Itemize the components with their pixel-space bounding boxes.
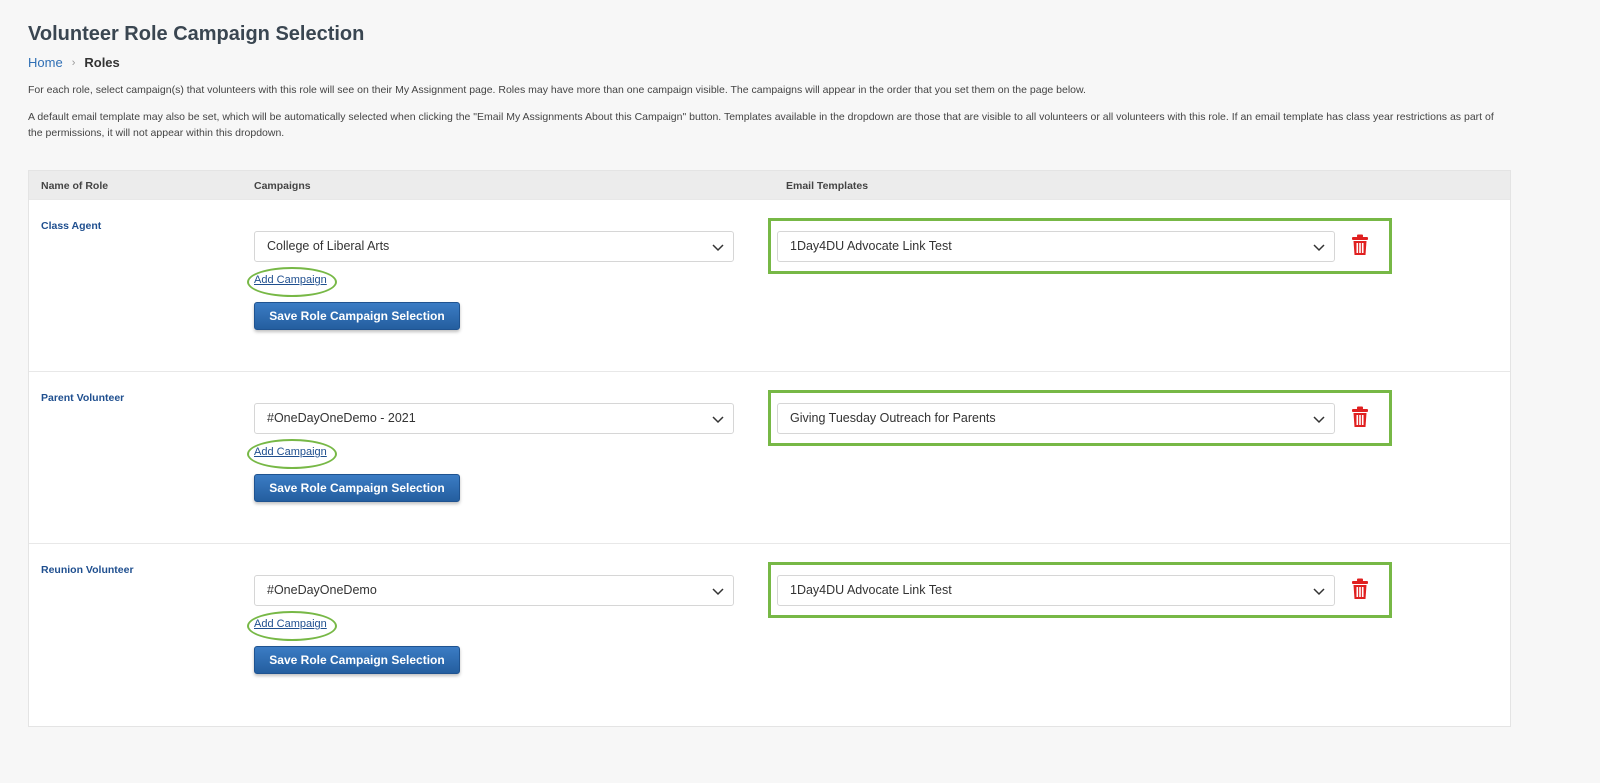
campaign-select[interactable]: College of Liberal Arts <box>254 231 734 262</box>
breadcrumb-current: Roles <box>84 55 120 70</box>
breadcrumb-chevron-icon: › <box>71 57 76 69</box>
page-title: Volunteer Role Campaign Selection <box>28 23 365 45</box>
chevron-down-icon <box>712 416 724 424</box>
role-name: Parent Volunteer <box>41 392 125 404</box>
email-template-select-value: 1Day4DU Advocate Link Test <box>790 239 952 253</box>
trash-icon[interactable] <box>1351 406 1369 428</box>
page: Volunteer Role Campaign Selection Home ›… <box>28 20 1512 727</box>
table-row: Class Agent College of Liberal Arts Add … <box>29 199 1510 371</box>
header-templates: Email Templates <box>786 180 869 192</box>
chevron-down-icon <box>1313 244 1325 252</box>
description-templates: A default email template may also be set… <box>28 111 1494 139</box>
breadcrumb: Home › Roles <box>28 54 1512 72</box>
campaign-select[interactable]: #OneDayOneDemo <box>254 575 734 606</box>
campaign-select[interactable]: #OneDayOneDemo - 2021 <box>254 403 734 434</box>
chevron-down-icon <box>712 244 724 252</box>
campaign-select-value: #OneDayOneDemo <box>267 583 377 597</box>
email-template-select[interactable]: 1Day4DU Advocate Link Test <box>777 575 1335 606</box>
breadcrumb-home-link[interactable]: Home <box>28 54 63 72</box>
trash-icon[interactable] <box>1351 578 1369 600</box>
table-row: Parent Volunteer #OneDayOneDemo - 2021 A… <box>29 371 1510 543</box>
chevron-down-icon <box>712 588 724 596</box>
roles-table: Name of Role Campaigns Email Templates C… <box>28 170 1511 727</box>
campaign-select-value: #OneDayOneDemo - 2021 <box>267 411 416 425</box>
table-header: Name of Role Campaigns Email Templates <box>29 171 1510 199</box>
email-template-select-value: Giving Tuesday Outreach for Parents <box>790 411 996 425</box>
email-template-select[interactable]: 1Day4DU Advocate Link Test <box>777 231 1335 262</box>
email-template-select[interactable]: Giving Tuesday Outreach for Parents <box>777 403 1335 434</box>
save-role-campaign-button[interactable]: Save Role Campaign Selection <box>254 302 460 330</box>
campaign-select-value: College of Liberal Arts <box>267 239 390 253</box>
trash-icon[interactable] <box>1351 234 1369 256</box>
add-campaign-link[interactable]: Add Campaign <box>254 274 327 286</box>
add-campaign-link[interactable]: Add Campaign <box>254 446 327 458</box>
chevron-down-icon <box>1313 416 1325 424</box>
save-role-campaign-button[interactable]: Save Role Campaign Selection <box>254 646 460 674</box>
chevron-down-icon <box>1313 588 1325 596</box>
add-campaign-link[interactable]: Add Campaign <box>254 618 327 630</box>
role-name: Class Agent <box>41 220 102 232</box>
role-name: Reunion Volunteer <box>41 564 134 576</box>
description-campaigns: For each role, select campaign(s) that v… <box>28 84 1086 96</box>
save-role-campaign-button[interactable]: Save Role Campaign Selection <box>254 474 460 502</box>
email-template-select-value: 1Day4DU Advocate Link Test <box>790 583 952 597</box>
header-role: Name of Role <box>41 180 109 192</box>
header-campaigns: Campaigns <box>254 180 311 192</box>
table-row: Reunion Volunteer #OneDayOneDemo Add Cam… <box>29 543 1510 715</box>
